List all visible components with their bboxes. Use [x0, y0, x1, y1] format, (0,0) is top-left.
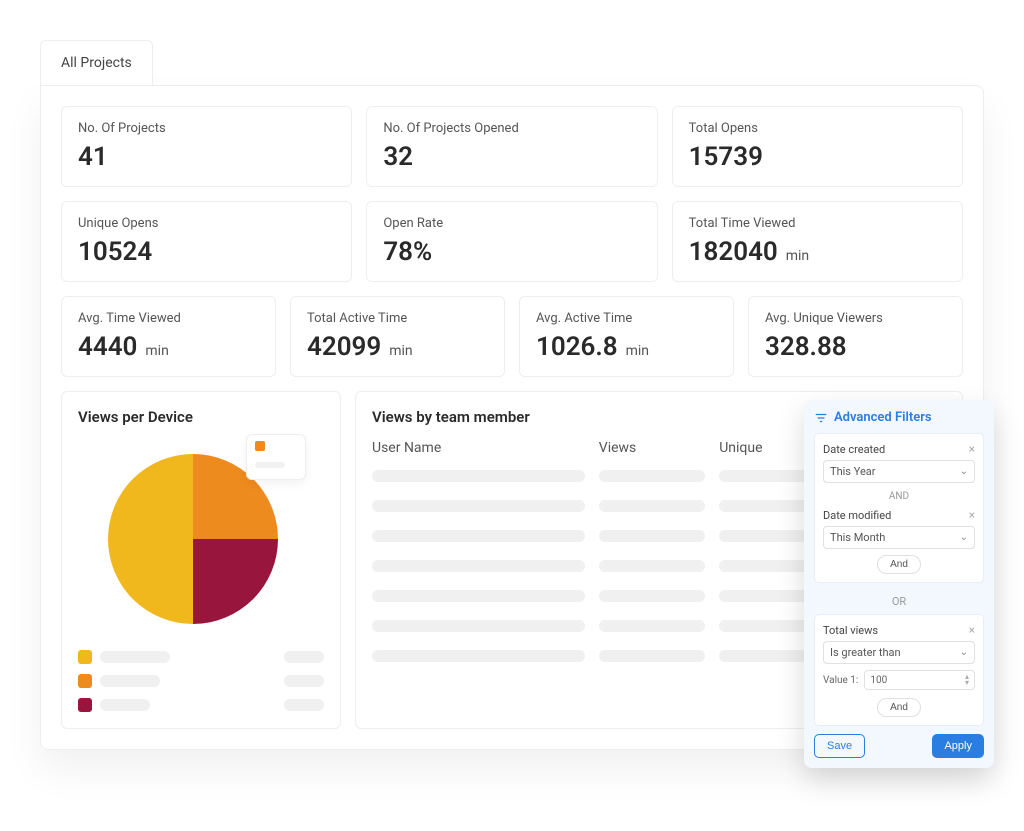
metric-label: Total Time Viewed — [689, 216, 946, 231]
operator-select[interactable]: Is greater than ⌄ — [823, 641, 975, 664]
filter-label: Date created — [823, 443, 885, 456]
value-input[interactable]: 100 ▴▾ — [864, 670, 975, 690]
section-title: Views per Device — [78, 408, 324, 426]
metric-label: Unique Opens — [78, 216, 335, 231]
pie-tooltip — [246, 434, 306, 480]
stepper-icon[interactable]: ▴▾ — [965, 674, 969, 686]
filter-block-totalviews: Total views × Is greater than ⌄ Value 1:… — [814, 614, 984, 726]
metric-unit: min — [389, 343, 412, 359]
metric-value: 41 — [78, 142, 108, 172]
metric-value: 42099 — [307, 332, 381, 362]
filters-title: Advanced Filters — [834, 410, 932, 425]
metric-card: Total Time Viewed 182040 min — [672, 201, 963, 282]
date-modified-select[interactable]: This Month ⌄ — [823, 526, 975, 549]
metric-value: 328.88 — [765, 332, 847, 362]
select-value: This Year — [830, 465, 876, 478]
pie-chart — [106, 440, 296, 630]
metric-value: 15739 — [689, 142, 763, 172]
legend-swatch — [78, 674, 92, 688]
metric-label: Total Active Time — [307, 311, 488, 326]
close-icon[interactable]: × — [969, 623, 975, 637]
metric-label: No. Of Projects — [78, 121, 335, 136]
add-and-button[interactable]: And — [877, 698, 921, 717]
metric-value: 182040 — [689, 237, 778, 267]
metric-unit: min — [786, 248, 809, 264]
metric-value: 32 — [383, 142, 413, 172]
column-header: Views — [599, 440, 705, 456]
metric-card: Avg. Unique Viewers 328.88 — [748, 296, 963, 377]
metric-value: 78% — [383, 237, 432, 267]
metric-card: Avg. Active Time 1026.8 min — [519, 296, 734, 377]
value-label: Value 1: — [823, 675, 858, 686]
add-and-button[interactable]: And — [877, 555, 921, 574]
filter-block-dates: Date created × This Year ⌄ AND Date modi… — [814, 433, 984, 583]
save-button[interactable]: Save — [814, 734, 865, 758]
legend-item — [78, 674, 324, 688]
views-per-device-card: Views per Device — [61, 391, 341, 729]
filter-label: Total views — [823, 624, 878, 637]
legend-swatch — [78, 698, 92, 712]
date-created-select[interactable]: This Year ⌄ — [823, 460, 975, 483]
close-icon[interactable]: × — [969, 442, 975, 456]
close-icon[interactable]: × — [969, 508, 975, 522]
filter-label: Date modified — [823, 509, 891, 522]
select-value: Is greater than — [830, 646, 901, 659]
metric-unit: min — [145, 343, 168, 359]
metric-card: Total Active Time 42099 min — [290, 296, 505, 377]
metric-card: Avg. Time Viewed 4440 min — [61, 296, 276, 377]
input-value: 100 — [870, 675, 887, 686]
metric-value: 10524 — [78, 237, 152, 267]
filters-header: Advanced Filters — [814, 410, 984, 425]
legend-item — [78, 698, 324, 712]
metric-label: Open Rate — [383, 216, 640, 231]
advanced-filters-panel: Advanced Filters Date created × This Yea… — [804, 400, 994, 768]
chevron-down-icon: ⌄ — [960, 532, 968, 543]
legend-item — [78, 650, 324, 664]
apply-button[interactable]: Apply — [932, 734, 984, 758]
metric-label: No. Of Projects Opened — [383, 121, 640, 136]
tab-all-projects[interactable]: All Projects — [40, 40, 153, 85]
metric-card: Open Rate 78% — [366, 201, 657, 282]
metric-label: Avg. Time Viewed — [78, 311, 259, 326]
metric-card: Total Opens 15739 — [672, 106, 963, 187]
metric-unit: min — [626, 343, 649, 359]
logic-or: OR — [814, 589, 984, 614]
metric-label: Total Opens — [689, 121, 946, 136]
metric-card: Unique Opens 10524 — [61, 201, 352, 282]
column-header: User Name — [372, 440, 585, 456]
metric-label: Avg. Active Time — [536, 311, 717, 326]
legend-swatch — [78, 650, 92, 664]
metric-label: Avg. Unique Viewers — [765, 311, 946, 326]
chevron-down-icon: ⌄ — [960, 466, 968, 477]
select-value: This Month — [830, 531, 885, 544]
metric-value: 4440 — [78, 332, 137, 362]
pie-legend — [78, 650, 324, 712]
metric-card: No. Of Projects Opened 32 — [366, 106, 657, 187]
chevron-down-icon: ⌄ — [960, 647, 968, 658]
metric-card: No. Of Projects 41 — [61, 106, 352, 187]
filter-icon — [814, 411, 828, 425]
metric-value: 1026.8 — [536, 332, 618, 362]
logic-and: AND — [823, 489, 975, 508]
